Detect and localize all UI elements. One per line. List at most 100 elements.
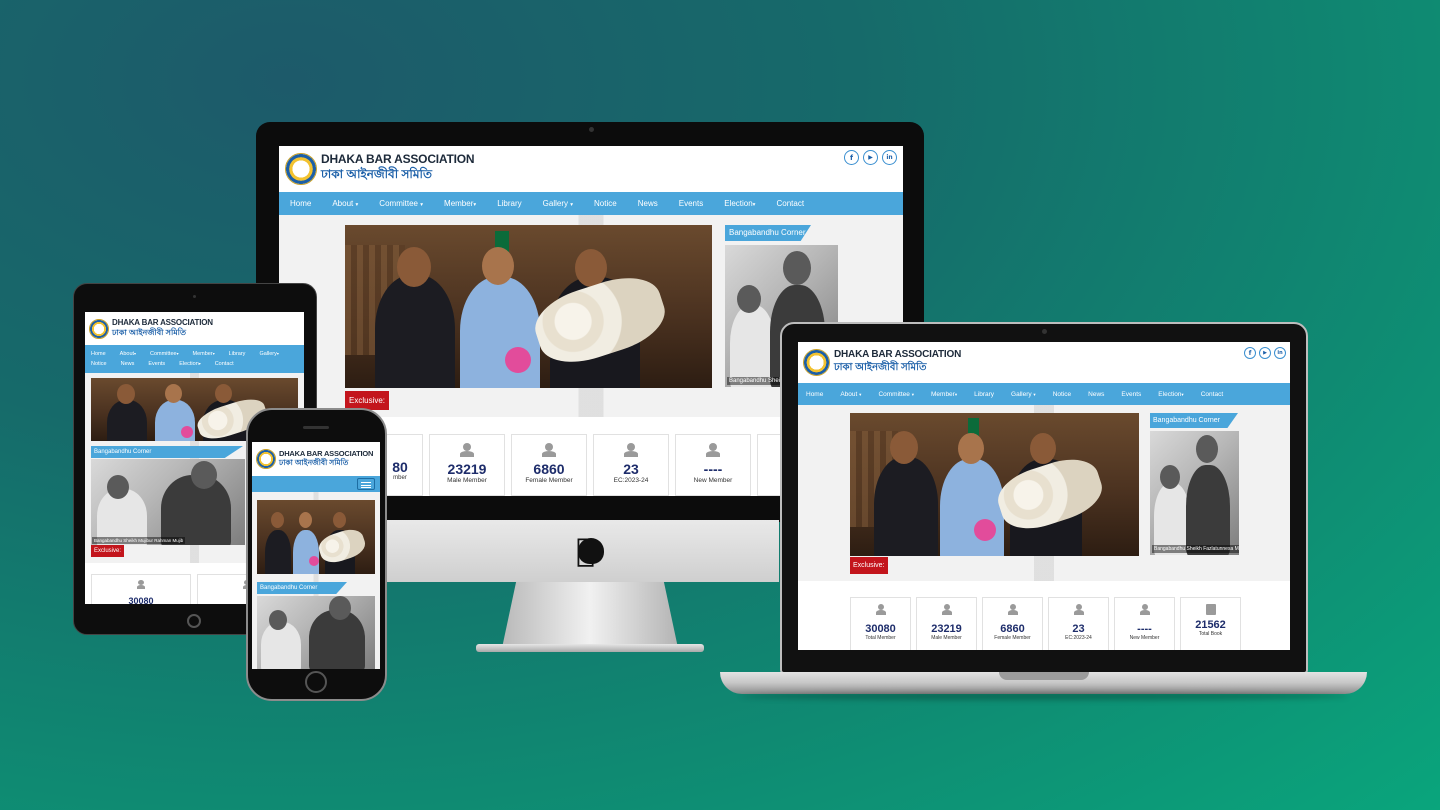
hero-area: Bangabandhu Corner xyxy=(252,492,380,669)
nav-election[interactable]: Election▾ xyxy=(179,361,201,367)
imac-camera xyxy=(589,127,594,132)
nav-library[interactable]: Library xyxy=(497,199,521,208)
tablet-home-button[interactable] xyxy=(187,614,201,628)
stat-male-member: 23219 Male Member xyxy=(916,597,977,650)
brand: DHAKA BAR ASSOCIATION ঢাকা আইনজীবী সমিতি xyxy=(279,449,373,470)
brand-name-en: DHAKA BAR ASSOCIATION xyxy=(279,448,374,458)
bangabandhu-photo[interactable]: Bangabandhu Sheikh Mujibur Rahman Mujib xyxy=(91,459,245,545)
nav-about[interactable]: About▾ xyxy=(120,351,136,357)
bangabandhu-corner-title: Bangabandhu Corner xyxy=(91,446,243,458)
nav-gallery[interactable]: Gallery▾ xyxy=(259,351,278,357)
nav-library[interactable]: Library xyxy=(974,391,994,398)
stats-row: 80 mber 23219 Male Member 6860 Female Me… xyxy=(347,434,787,496)
main-nav xyxy=(252,476,380,492)
laptop-shadow xyxy=(740,692,1348,700)
brand: DHAKA BAR ASSOCIATION ঢাকা আইনজীবী সমিতি xyxy=(321,152,475,186)
male-icon xyxy=(941,604,953,615)
nav-home[interactable]: Home xyxy=(91,351,106,357)
nav-member[interactable]: Member▾ xyxy=(193,351,215,357)
laptop-notch xyxy=(999,672,1089,680)
person-icon xyxy=(623,443,639,457)
nav-contact[interactable]: Contact xyxy=(776,199,804,208)
brand: DHAKA BAR ASSOCIATION ঢাকা আইনজীবী সমিতি xyxy=(112,318,213,340)
stat-label: Female Member xyxy=(525,477,573,484)
nav-committee[interactable]: Committee ▾ xyxy=(379,199,423,208)
stat-label: Female Member xyxy=(994,635,1031,641)
nav-member[interactable]: Member▾ xyxy=(931,391,957,398)
bangabandhu-corner-title: Bangabandhu Corner xyxy=(257,582,347,594)
brand-name-bn: ঢাকা আইনজীবী সমিতি xyxy=(834,361,927,373)
nav-election[interactable]: Election▾ xyxy=(1158,391,1183,398)
phone-screen: DHAKA BAR ASSOCIATION ঢাকা আইনজীবী সমিতি… xyxy=(252,442,380,669)
linkedin-icon[interactable]: in xyxy=(1274,347,1286,359)
stat-male-member: 23219 Male Member xyxy=(429,434,505,496)
nav-about[interactable]: About ▾ xyxy=(840,391,861,398)
stat-value: 21562 xyxy=(1195,619,1226,631)
phone-speaker xyxy=(303,426,329,429)
laptop-camera xyxy=(1042,329,1047,334)
nav-home[interactable]: Home xyxy=(806,391,823,398)
facebook-icon[interactable]: f xyxy=(844,150,859,165)
brand-name-bn: ঢাকা আইনজীবী সমিতি xyxy=(279,457,349,467)
youtube-icon[interactable]: ▶ xyxy=(1259,347,1271,359)
site-logo[interactable] xyxy=(89,318,109,339)
stat-label: Total Book xyxy=(1198,631,1223,637)
stat-value: 6860 xyxy=(1000,623,1025,635)
exclusive-label: Exclusive: xyxy=(91,545,125,557)
tablet-camera xyxy=(193,295,196,298)
phone-home-button[interactable] xyxy=(305,671,327,693)
nav-events[interactable]: Events xyxy=(1121,391,1141,398)
stat-female-member: 6860 Female Member xyxy=(982,597,1043,650)
linkedin-icon[interactable]: in xyxy=(882,150,897,165)
stat-label: Total Member xyxy=(865,635,896,641)
site-header: DHAKA BAR ASSOCIATION ঢাকা আইনজীবী সমিতি xyxy=(85,312,304,345)
person-icon xyxy=(136,580,146,589)
stat-new-member: ---- New Member xyxy=(675,434,751,496)
bangabandhu-photo[interactable] xyxy=(257,596,375,669)
social-links: f ▶ in xyxy=(844,150,897,165)
site-logo[interactable] xyxy=(256,449,276,469)
apple-logo-icon-shape xyxy=(578,538,604,564)
nav-news[interactable]: News xyxy=(121,361,135,367)
nav-election[interactable]: Election▾ xyxy=(724,199,755,208)
nav-gallery[interactable]: Gallery ▾ xyxy=(1011,391,1036,398)
brand-name-en: DHAKA BAR ASSOCIATION xyxy=(112,317,213,327)
nav-contact[interactable]: Contact xyxy=(1201,391,1223,398)
nav-notice[interactable]: Notice xyxy=(594,199,617,208)
stat-label: New Member xyxy=(693,477,733,484)
nav-notice[interactable]: Notice xyxy=(91,361,107,367)
youtube-icon[interactable]: ▶ xyxy=(863,150,878,165)
nav-news[interactable]: News xyxy=(638,199,658,208)
nav-library[interactable]: Library xyxy=(229,351,246,357)
site-logo[interactable] xyxy=(285,153,317,185)
brand-name-bn: ঢাকা আইনজীবী সমিতি xyxy=(321,167,432,181)
person-icon xyxy=(875,604,887,615)
main-nav: Home About ▾ Committee ▾ Member▾ Library… xyxy=(798,383,1290,405)
nav-events[interactable]: Events xyxy=(679,199,703,208)
laptop-screen: DHAKA BAR ASSOCIATION ঢাকা আইনজীবী সমিতি… xyxy=(798,342,1290,650)
exclusive-label: Exclusive: xyxy=(850,557,888,574)
bangabandhu-photo[interactable]: Bangabandhu Sheikh Fazlatunnesa Mujib xyxy=(1150,431,1239,555)
brand-name-en: DHAKA BAR ASSOCIATION xyxy=(834,348,962,360)
nav-committee[interactable]: Committee▾ xyxy=(150,351,179,357)
nav-member[interactable]: Member▾ xyxy=(444,199,476,208)
nav-gallery[interactable]: Gallery ▾ xyxy=(543,199,573,208)
nav-home[interactable]: Home xyxy=(290,199,311,208)
stat-value: 23219 xyxy=(931,623,962,635)
nav-about[interactable]: About ▾ xyxy=(332,199,358,208)
nav-contact[interactable]: Contact xyxy=(215,361,234,367)
nav-events[interactable]: Events xyxy=(148,361,165,367)
hero-area: Bangabandhu Sheikh Fazlatunnesa Mujib Ba… xyxy=(798,405,1290,581)
hero-photo[interactable] xyxy=(257,500,375,574)
brand-name-bn: ঢাকা আইনজীবী সমিতি xyxy=(112,327,186,337)
nav-news[interactable]: News xyxy=(1088,391,1104,398)
site-logo[interactable] xyxy=(803,349,830,376)
hero-photo[interactable] xyxy=(345,225,712,388)
menu-toggle-icon[interactable] xyxy=(357,478,375,490)
stat-value: 23219 xyxy=(447,461,487,477)
stat-value: 23 xyxy=(1072,623,1085,635)
nav-notice[interactable]: Notice xyxy=(1053,391,1071,398)
hero-photo[interactable] xyxy=(850,413,1139,556)
facebook-icon[interactable]: f xyxy=(1244,347,1256,359)
nav-committee[interactable]: Committee ▾ xyxy=(878,391,914,398)
